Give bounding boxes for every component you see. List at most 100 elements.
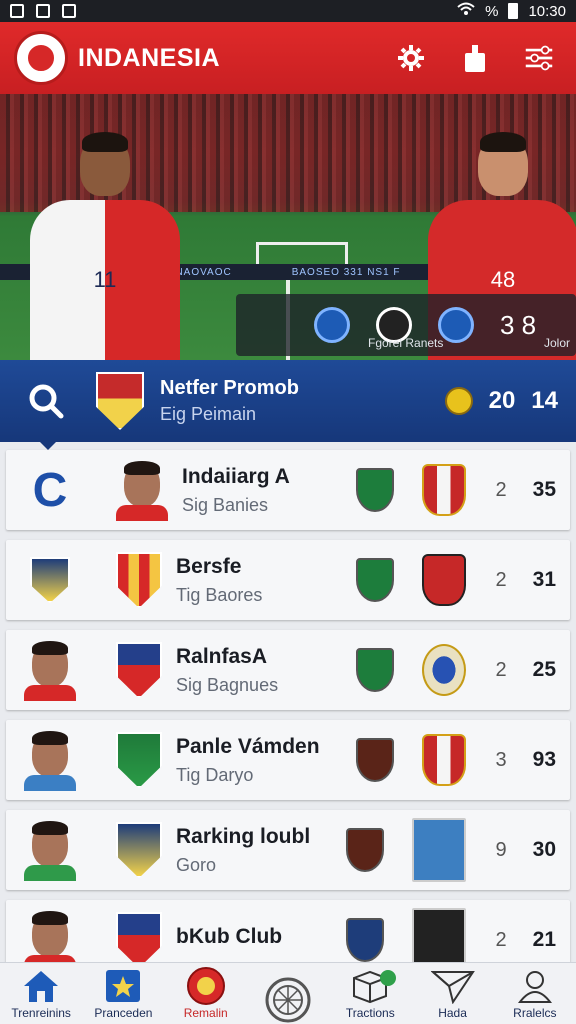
team-badge-icon (314, 307, 350, 343)
row-lead-letter: C (32, 463, 68, 517)
nav-label: Rralelcs (513, 1006, 557, 1020)
row-value-1: 2 (495, 928, 507, 951)
row-subtitle: Sig Banies (182, 494, 269, 515)
club-emblem-icon (356, 468, 394, 512)
featured-value-2: 14 (531, 387, 558, 414)
row-title: Bersfe (176, 554, 242, 578)
row-value-2: 93 (532, 748, 556, 771)
list-item[interactable]: Panle Vámden Tig Daryo 3 93 (6, 720, 570, 800)
row-value-2: 35 (532, 478, 556, 501)
search-icon[interactable] (18, 373, 74, 429)
nav-home[interactable]: Trenreinins (0, 963, 82, 1024)
dropdown-notch (40, 442, 56, 450)
featured-value-1: 20 (488, 387, 516, 414)
app-title: INDANESIA (78, 43, 221, 72)
app-logo[interactable] (14, 31, 68, 85)
image-icon (62, 4, 76, 18)
player-left: 11 (30, 132, 180, 360)
list-item[interactable]: Rarking loubl Goro 9 30 (6, 810, 570, 890)
featured-bar[interactable]: Netfer Promob Eig Peimain 20 14 (0, 360, 576, 442)
battery-label: % (485, 2, 499, 20)
row-value-1: 2 (495, 568, 507, 591)
featured-subtitle: Eig Peimain (160, 404, 257, 424)
row-subtitle: Sig Bagnues (176, 674, 279, 695)
nav-team[interactable]: Remalin (165, 963, 247, 1024)
player-right-number: 48 (490, 267, 516, 292)
team-crest-icon (116, 822, 162, 878)
ball-icon (265, 977, 311, 1023)
ball-icon (444, 387, 473, 415)
notification-icon (10, 4, 24, 18)
app-icon (36, 4, 50, 18)
team-badge-icon (438, 307, 474, 343)
team-crest-icon (116, 912, 162, 968)
row-value-1: 9 (495, 838, 507, 861)
player-avatar (24, 729, 76, 791)
featured-title: Netfer Promob (160, 377, 299, 399)
nav-label: Pranceden (94, 1006, 153, 1020)
club-crest-icon (422, 554, 466, 606)
row-title: Panle Vámden (176, 734, 320, 758)
status-bar: % 10:30 (0, 0, 576, 22)
score-sub: Jolor (543, 336, 570, 350)
goal-post (256, 242, 348, 266)
club-crest-icon (422, 734, 466, 786)
app-bar: INDANESIA (0, 22, 576, 94)
club-badge-icon (30, 557, 70, 603)
score-value: 3 8 (500, 309, 537, 340)
player-avatar (116, 459, 168, 521)
nav-ball[interactable] (247, 963, 329, 1024)
row-value-1: 2 (495, 658, 507, 681)
nav-label: Trenreinins (11, 1006, 71, 1020)
row-value-1: 3 (495, 748, 507, 771)
user-icon (517, 971, 552, 1003)
ad-board-text: BAOSEO 331 NS1 F (291, 266, 401, 278)
team-list: C Indaiiarg A Sig Banies 2 35 Bersfe Tig… (6, 450, 570, 990)
list-item[interactable]: Bersfe Tig Baores 2 31 (6, 540, 570, 620)
send-icon (430, 971, 475, 1004)
home-icon (24, 971, 59, 1002)
featured-crest-icon (96, 372, 144, 430)
row-subtitle: Tig Baores (176, 584, 263, 605)
score-label: Fgorel Ranets (368, 336, 444, 350)
nav-send[interactable]: Hada (411, 963, 493, 1024)
nav-transactions[interactable]: Tractions (329, 963, 411, 1024)
status-time: 10:30 (528, 2, 566, 20)
hero-banner[interactable]: NAOVAOC BAOSEO 331 NS1 F 11 48 3 8 Fgore… (0, 94, 576, 360)
row-value-2: 30 (532, 838, 556, 861)
player-left-number: 11 (93, 267, 117, 292)
club-emblem-icon (356, 648, 394, 692)
filter-icon[interactable] (524, 43, 554, 73)
club-crest-icon (422, 464, 466, 516)
team-crest-icon (116, 642, 162, 698)
battery-icon (508, 3, 519, 19)
club-crest-icon (422, 644, 466, 696)
player-avatar (24, 819, 76, 881)
star-icon (106, 970, 141, 1002)
nav-label: Tractions (345, 1006, 395, 1020)
list-item[interactable]: RalnfasA Sig Bagnues 2 25 (6, 630, 570, 710)
row-value-2: 25 (532, 658, 556, 681)
row-title: RalnfasA (176, 644, 268, 668)
score-overlay[interactable]: 3 8 Fgorel Ranets Jolor (236, 294, 576, 356)
row-value-2: 21 (532, 928, 556, 951)
ad-board-left: NAOVAOC (175, 266, 232, 278)
nav-favorites[interactable]: Pranceden (82, 963, 164, 1024)
club-emblem-icon (346, 918, 384, 962)
team-crest-icon (116, 732, 162, 788)
row-value-2: 31 (532, 568, 556, 591)
row-title: Indaiiarg A (182, 464, 290, 488)
row-subtitle: Tig Daryo (176, 764, 254, 785)
player-photo (412, 818, 466, 882)
share-icon[interactable] (460, 43, 490, 73)
bottom-nav: Trenreinins Pranceden Remalin Tractions … (0, 962, 576, 1024)
club-emblem-icon (346, 828, 384, 872)
player-avatar (24, 639, 76, 701)
club-emblem-icon (356, 558, 394, 602)
club-emblem-icon (356, 738, 394, 782)
list-item[interactable]: C Indaiiarg A Sig Banies 2 35 (6, 450, 570, 530)
settings-icon[interactable] (396, 43, 426, 73)
nav-profile[interactable]: Rralelcs (494, 963, 576, 1024)
team-crest-icon (116, 552, 162, 608)
team-logo-icon (186, 967, 225, 1005)
